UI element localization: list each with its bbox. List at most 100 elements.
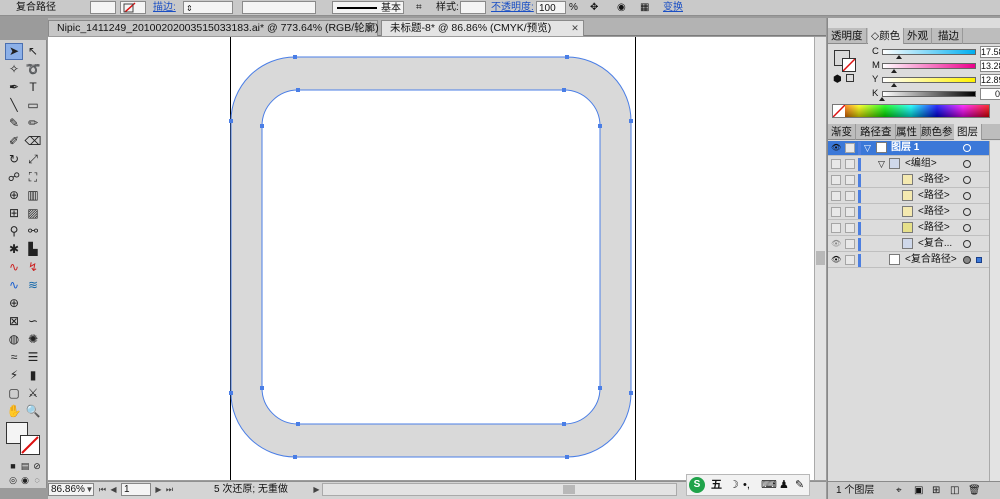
rounded-frame-shape[interactable] [230, 56, 632, 458]
variable-width-select[interactable] [242, 1, 316, 14]
horizontal-scrollbar[interactable] [322, 483, 677, 496]
ime-mode-label[interactable]: 五 [711, 475, 722, 495]
graphic-style-icon[interactable]: ⌗ [416, 1, 422, 14]
slider-knob[interactable] [891, 69, 898, 73]
bar-graph-tool-icon[interactable]: ▮ [24, 367, 42, 384]
layer-name[interactable]: <路径> [918, 189, 950, 203]
target-icon[interactable] [963, 144, 971, 152]
direct-selection-tool-icon[interactable]: ↖ [24, 43, 42, 60]
mesh-tool-icon[interactable]: ⊞ [5, 205, 23, 222]
visibility-cell[interactable] [831, 223, 841, 233]
layer-row[interactable]: 👁 <复合... [828, 237, 1000, 252]
isolation-icon[interactable]: ◉ [617, 1, 626, 14]
tab-layers[interactable]: 图层 [954, 124, 982, 140]
lock-cell[interactable] [845, 239, 855, 249]
eye-icon[interactable]: 👁 [831, 256, 841, 264]
user-icon[interactable]: ♟ [779, 475, 789, 495]
lock-cell[interactable] [845, 175, 855, 185]
reshape-red-icon[interactable]: ∿ [5, 259, 23, 276]
graphic-style-swatch[interactable] [460, 1, 486, 14]
slider-m[interactable]: M 13.28 % [872, 60, 1000, 73]
tab-pathfinder[interactable]: 路径查 [857, 124, 896, 140]
crystallize-tool-icon[interactable]: ✺ [24, 331, 42, 348]
new-sublayer-icon[interactable]: ⊞ [932, 482, 940, 499]
draw-inside-icon[interactable]: ◌ [28, 472, 46, 489]
ime-toolbar[interactable]: S 五 ☽ •, ⌨ ♟ ✎ [686, 474, 810, 496]
close-icon[interactable]: ✕ [364, 23, 374, 33]
stroke-swatch[interactable] [120, 1, 146, 14]
zoom-tool-icon[interactable]: 🔍 [24, 403, 42, 420]
crosshair-tool-icon[interactable]: ⊕ [5, 295, 23, 312]
scrollbar-thumb[interactable] [816, 251, 825, 265]
symbol-sprayer-tool-icon[interactable]: ✱ [5, 241, 23, 258]
keyboard-icon[interactable]: ⌨ [761, 475, 777, 495]
twirl-tool-icon[interactable]: ◍ [5, 331, 23, 348]
eyedropper-tool-icon[interactable]: ⚲ [5, 223, 23, 240]
width-red-icon[interactable]: ↯ [24, 259, 42, 276]
knife-tool-icon[interactable]: ⚔ [24, 385, 42, 402]
canvas[interactable] [48, 37, 814, 480]
color-spectrum[interactable] [832, 104, 990, 118]
slider-knob[interactable] [895, 55, 902, 59]
wave-tool-icon[interactable]: ∽ [24, 313, 42, 330]
lock-cell[interactable] [845, 191, 855, 201]
layer-row[interactable]: 👁 <复合路径> [828, 253, 1000, 268]
lock-cell[interactable] [845, 143, 855, 153]
prev-artboard-icon[interactable]: ◀ [108, 483, 119, 496]
pencil-tool-icon[interactable]: ✏ [24, 115, 42, 132]
target-icon[interactable] [963, 224, 971, 232]
moon-icon[interactable]: ☽ [729, 475, 739, 495]
warp-blue-icon[interactable]: ≋ [24, 277, 42, 294]
tab-attributes[interactable]: 属性 [893, 124, 921, 140]
perspective-grid-tool-icon[interactable]: ▥ [24, 187, 42, 204]
vertical-scrollbar[interactable] [814, 37, 826, 480]
layer-row[interactable]: ▽ <编组> [828, 157, 1000, 172]
wrench-icon[interactable]: ✎ [795, 475, 804, 495]
tab-transparency[interactable]: 透明度 [828, 28, 867, 44]
slider-knob[interactable] [879, 97, 885, 101]
lock-cell[interactable] [845, 159, 855, 169]
slice-tool-icon[interactable]: ⚡ [5, 367, 23, 384]
scale-tool-icon[interactable]: ⤢ [24, 151, 42, 168]
web-safe-icon[interactable] [846, 74, 854, 82]
layer-row[interactable]: <路径> [828, 221, 1000, 236]
layer-row[interactable]: 👁 ▽ 图层 1 [828, 141, 1000, 156]
target-icon[interactable] [963, 256, 971, 264]
chevron-down-icon[interactable]: ▼ [84, 483, 95, 496]
layer-row[interactable]: <路径> [828, 173, 1000, 188]
visibility-cell[interactable] [831, 175, 841, 185]
punctuation-icon[interactable]: •, [743, 475, 750, 495]
layer-row[interactable]: <路径> [828, 189, 1000, 204]
free-transform-tool-icon[interactable]: ⛶ [24, 169, 42, 186]
blend-tool-icon[interactable]: ⚯ [24, 223, 42, 240]
make-clip-mask-icon[interactable]: ▣ [914, 482, 923, 499]
layer-name[interactable]: <复合路径> [905, 253, 957, 267]
stroke-none-icon[interactable] [20, 435, 40, 455]
tab-stroke[interactable]: 描边 [935, 28, 963, 44]
target-icon[interactable] [963, 240, 971, 248]
lock-cell[interactable] [845, 223, 855, 233]
locate-object-icon[interactable]: ⌖ [896, 482, 902, 499]
tab-document-2[interactable]: 未标题-8* @ 86.86% (CMYK/预览) ✕ [381, 20, 584, 36]
stroke-style-select[interactable]: 基本 [332, 1, 404, 14]
layer-name[interactable]: 图层 1 [891, 141, 919, 155]
reshape-blue-icon[interactable]: ∿ [5, 277, 23, 294]
rectangle-tool-icon[interactable]: ▭ [24, 97, 42, 114]
slider-y[interactable]: Y 12.89 % [872, 74, 1000, 87]
layer-name[interactable]: <路径> [918, 205, 950, 219]
layer-name[interactable]: <路径> [918, 221, 950, 235]
lock-cell[interactable] [845, 207, 855, 217]
rotate-tool-icon[interactable]: ↻ [5, 151, 23, 168]
shape-builder-tool-icon[interactable]: ⊕ [5, 187, 23, 204]
line-tool-icon[interactable]: ╲ [5, 97, 23, 114]
lock-cell[interactable] [845, 255, 855, 265]
eye-icon[interactable]: 👁 [831, 240, 841, 248]
tab-gradient[interactable]: 渐变 [828, 124, 856, 140]
envelope-tool-icon[interactable]: ⊠ [5, 313, 23, 330]
color-stroke-swatch[interactable] [842, 58, 856, 72]
close-icon[interactable]: ✕ [570, 23, 580, 33]
slider-track[interactable] [882, 91, 976, 97]
delete-icon[interactable]: 🗑 [968, 482, 981, 499]
expand-icon[interactable]: ▽ [878, 157, 885, 171]
stroke-link[interactable]: 描边: [153, 1, 176, 14]
